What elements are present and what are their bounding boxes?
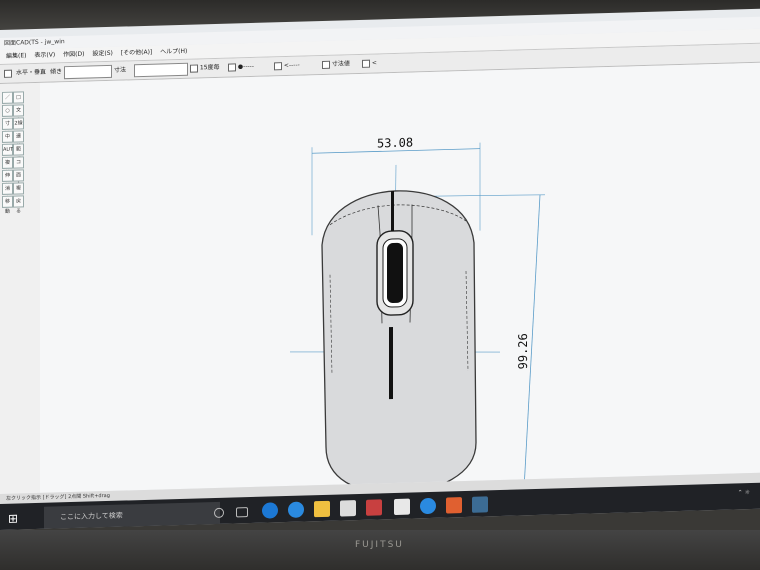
angle-check[interactable]: 15度毎 bbox=[190, 62, 220, 74]
tool-button[interactable]: 戻る bbox=[13, 195, 24, 215]
store-icon[interactable] bbox=[340, 500, 356, 517]
tool-button[interactable]: コーナ bbox=[13, 156, 24, 186]
arrow-check-label: <----- bbox=[283, 61, 300, 70]
arrow-mode-check[interactable]: < bbox=[362, 57, 377, 68]
dim-combo[interactable] bbox=[134, 62, 188, 78]
width-dimension-text: 53.08 bbox=[377, 135, 413, 150]
tool-button[interactable]: ／ bbox=[2, 91, 13, 104]
center-seam bbox=[389, 327, 393, 400]
system-tray[interactable]: ⌃ ☼ bbox=[738, 489, 750, 496]
checkbox-icon[interactable] bbox=[4, 68, 12, 79]
brand-logo-text: FUJITSU bbox=[355, 540, 404, 550]
tool-button[interactable]: 消去 bbox=[2, 182, 13, 202]
menu-other[interactable]: [その他(A)] bbox=[121, 46, 152, 61]
menu-help[interactable]: ヘルプ(H) bbox=[160, 45, 187, 60]
tool-button[interactable]: ○ bbox=[2, 104, 13, 117]
screen: 図面CAD(TS - jw_win 編集(E) 表示(V) 作図(D) 設定(S… bbox=[0, 8, 760, 530]
drawing-svg: 53.08 99.26 bbox=[289, 135, 546, 504]
ie-icon[interactable] bbox=[288, 501, 304, 518]
tool-button[interactable]: 複線 bbox=[2, 156, 13, 176]
drawing-canvas[interactable]: 53.08 99.26 bbox=[40, 62, 760, 504]
jw-cad-icon[interactable] bbox=[472, 496, 488, 513]
tool-button[interactable]: 範囲 bbox=[13, 143, 24, 163]
tool-button[interactable]: 中心 bbox=[2, 130, 13, 150]
edge-icon[interactable] bbox=[262, 502, 278, 519]
tool-button[interactable]: 連線 bbox=[13, 130, 24, 150]
tool-button[interactable]: 寸法 bbox=[2, 117, 13, 137]
monitor-bezel-bottom bbox=[0, 530, 760, 570]
point-check[interactable]: ●----- bbox=[228, 61, 254, 73]
app-icon-2[interactable] bbox=[446, 497, 462, 514]
tilt-label: 傾き bbox=[50, 68, 63, 76]
tool-button[interactable]: 面取 bbox=[13, 169, 24, 189]
height-dimension-text: 99.26 bbox=[516, 333, 530, 370]
dim-value-check[interactable]: 寸法値 bbox=[322, 58, 350, 70]
taskbar-search-box[interactable]: ここに入力して検索 bbox=[44, 501, 220, 529]
arrow-mode-label: < bbox=[371, 59, 377, 67]
tool-palette: ／ □ ○ 文字 寸法 2線 中心 連線 AUTO 範囲 複線 コーナ 伸縮 面取 消去 複写 移動 戻る bbox=[0, 82, 40, 495]
app-icon[interactable] bbox=[366, 499, 382, 516]
menu-settings[interactable]: 設定(S) bbox=[92, 47, 113, 62]
tool-button[interactable]: 2線 bbox=[13, 117, 24, 130]
tool-button[interactable]: 伸縮 bbox=[2, 169, 13, 189]
top-seam bbox=[391, 190, 394, 232]
tilt-combo[interactable] bbox=[64, 64, 112, 80]
cortana-icon[interactable] bbox=[214, 507, 224, 519]
task-view-icon[interactable] bbox=[236, 507, 248, 518]
scroll-wheel bbox=[387, 242, 403, 304]
menu-view[interactable]: 表示(V) bbox=[34, 48, 55, 63]
tool-button[interactable]: 複写 bbox=[13, 182, 24, 202]
tool-button[interactable]: AUTO bbox=[2, 143, 17, 156]
arrow-check[interactable]: <----- bbox=[274, 60, 300, 72]
dim-label: 寸法 bbox=[114, 66, 127, 74]
file-explorer-icon[interactable] bbox=[314, 500, 330, 518]
angle-check-label: 15度毎 bbox=[199, 63, 220, 72]
tool-button[interactable]: 移動 bbox=[2, 195, 13, 215]
tool-button[interactable]: □ bbox=[13, 91, 24, 104]
layer-label: 水平・垂直 bbox=[16, 68, 47, 77]
menu-edit[interactable]: 編集(E) bbox=[6, 49, 26, 64]
browser-icon[interactable] bbox=[420, 497, 436, 515]
mail-icon[interactable] bbox=[394, 498, 410, 515]
tool-button[interactable]: 文字 bbox=[13, 104, 24, 124]
point-check-label: ●----- bbox=[237, 62, 254, 71]
menu-draw[interactable]: 作図(D) bbox=[63, 48, 84, 63]
dim-value-label: 寸法値 bbox=[331, 60, 350, 68]
windows-start-icon[interactable]: ⊞ bbox=[8, 511, 22, 525]
